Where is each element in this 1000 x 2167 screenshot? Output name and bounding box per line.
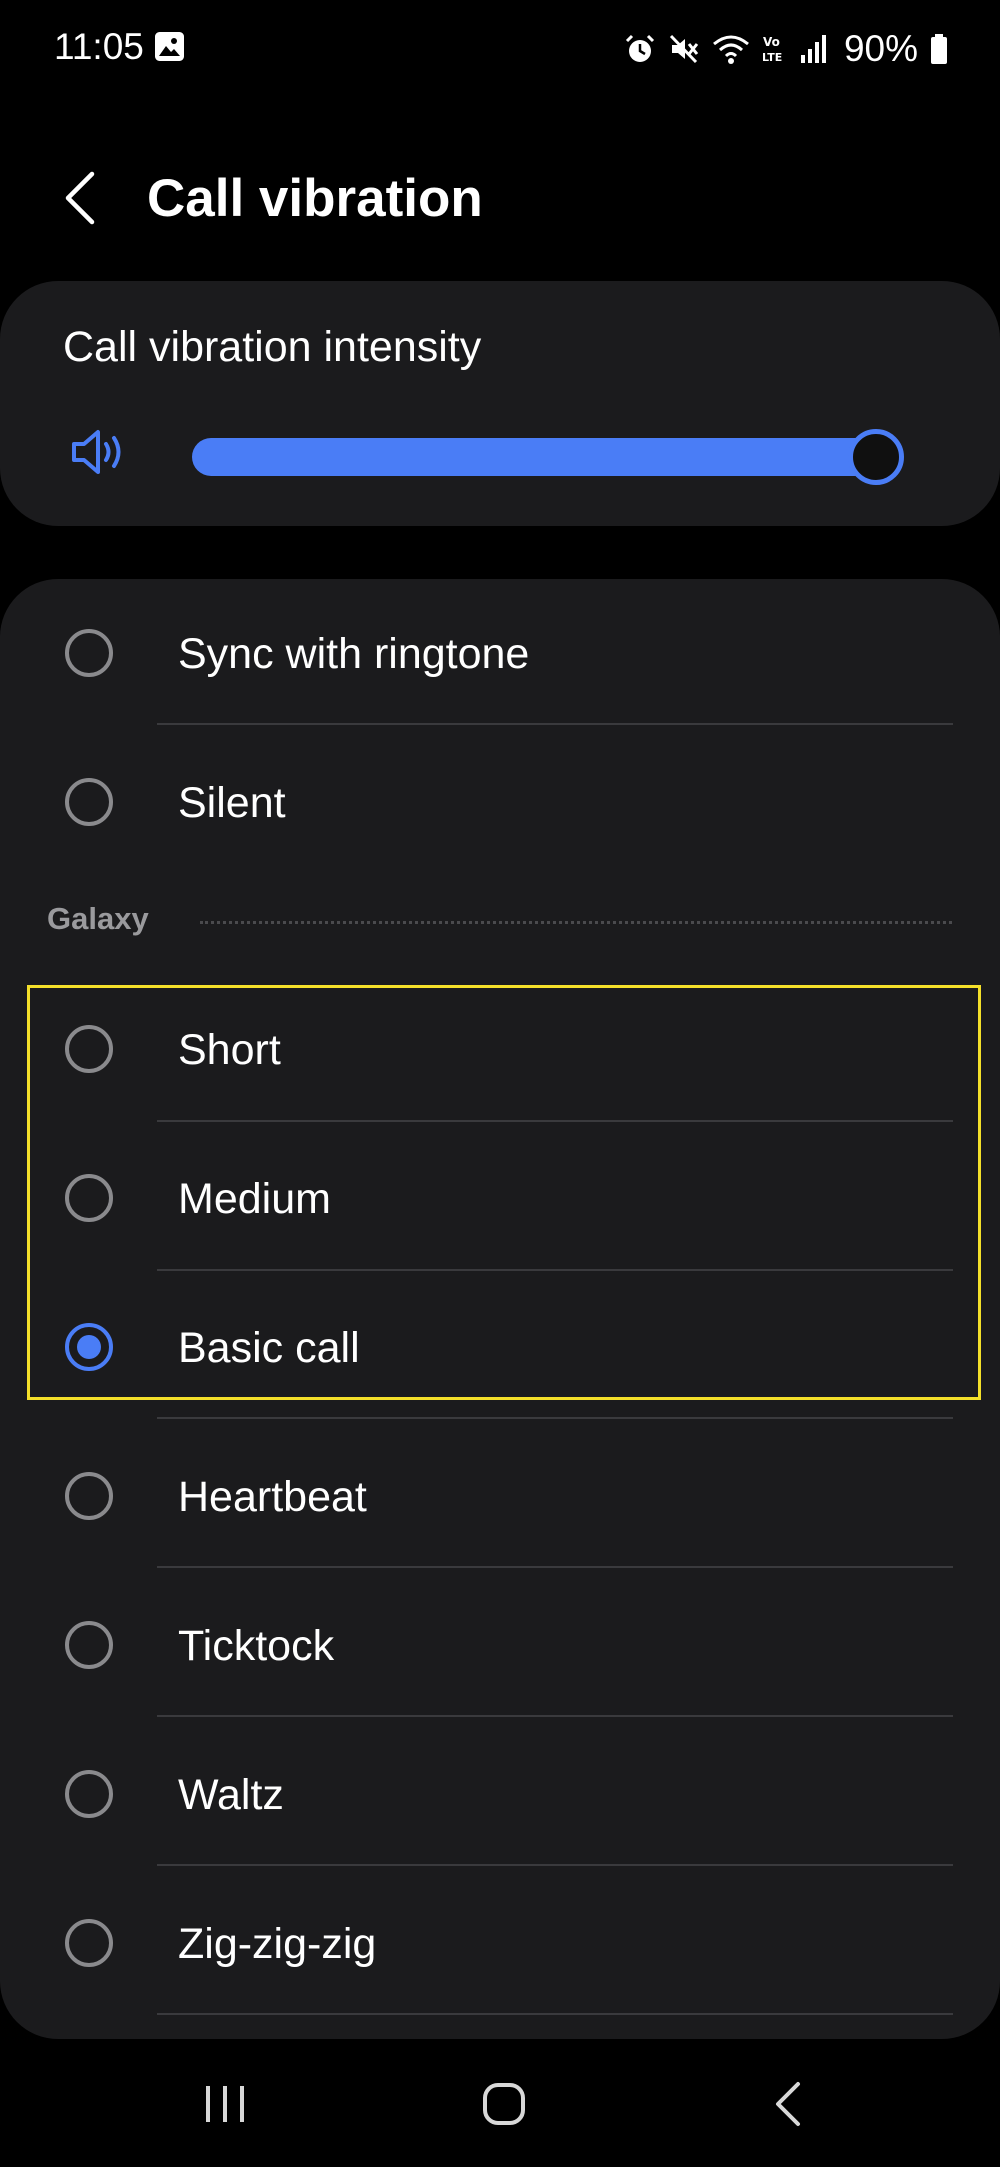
signal-icon: [800, 35, 826, 63]
battery-percent: 90%: [843, 28, 918, 69]
radio-button[interactable]: [65, 1174, 113, 1222]
option-label: Short: [178, 1026, 281, 1074]
recents-icon[interactable]: [203, 2082, 247, 2126]
wifi-icon: [712, 35, 749, 64]
divider: [157, 1715, 953, 1717]
svg-text:LTE: LTE: [762, 51, 782, 64]
option-label: Silent: [178, 779, 286, 827]
radio-button[interactable]: [65, 629, 113, 677]
divider: [157, 1566, 953, 1568]
vibration-pattern-list: Sync with ringtone Silent Galaxy Short M…: [0, 579, 1000, 2039]
mute-icon: [669, 34, 699, 64]
divider: [157, 1120, 953, 1122]
option-label: Zig-zig-zig: [178, 1920, 377, 1968]
radio-button[interactable]: [65, 1919, 113, 1967]
intensity-label: Call vibration intensity: [63, 323, 482, 371]
volte-icon: Vo LTE: [762, 35, 782, 64]
divider: [157, 2013, 953, 2015]
option-short[interactable]: Short: [0, 975, 1000, 1124]
radio-button[interactable]: [65, 1025, 113, 1073]
section-divider: [200, 921, 952, 924]
option-waltz[interactable]: Waltz: [0, 1720, 1000, 1869]
section-header-galaxy: Galaxy: [47, 901, 149, 936]
radio-button[interactable]: [65, 1770, 113, 1818]
back-icon[interactable]: [770, 2080, 804, 2128]
radio-button[interactable]: [65, 1472, 113, 1520]
divider: [157, 1417, 953, 1419]
option-label: Medium: [178, 1175, 331, 1223]
option-silent[interactable]: Silent: [0, 728, 1000, 877]
option-basic-call[interactable]: Basic call: [0, 1273, 1000, 1422]
divider: [157, 1269, 953, 1271]
option-medium[interactable]: Medium: [0, 1124, 1000, 1273]
option-ticktock[interactable]: Ticktock: [0, 1571, 1000, 1720]
home-icon[interactable]: [482, 2080, 526, 2128]
alarm-icon: [625, 34, 654, 62]
radio-button[interactable]: [65, 778, 113, 826]
divider: [157, 1864, 953, 1866]
status-time: 11:05: [54, 26, 144, 67]
option-zig-zig-zig[interactable]: Zig-zig-zig: [0, 1869, 1000, 2018]
image-icon: [155, 32, 184, 61]
option-label: Sync with ringtone: [178, 630, 530, 678]
option-label: Waltz: [178, 1771, 284, 1819]
status-bar: 11:05 Vo LTE 90%: [0, 0, 1000, 96]
chevron-left-icon[interactable]: [56, 168, 104, 228]
status-icons: Vo LTE 90%: [624, 26, 948, 72]
intensity-slider-track[interactable]: [192, 438, 898, 476]
option-label: Heartbeat: [178, 1473, 367, 1521]
navigation-bar: [0, 2060, 1000, 2167]
option-sync-with-ringtone[interactable]: Sync with ringtone: [0, 579, 1000, 728]
radio-button[interactable]: [65, 1621, 113, 1669]
option-label: Basic call: [178, 1324, 360, 1372]
radio-button-selected[interactable]: [65, 1323, 113, 1371]
intensity-slider-thumb[interactable]: [848, 429, 904, 485]
speaker-icon: [72, 430, 121, 474]
divider: [157, 723, 953, 725]
svg-text:Vo: Vo: [763, 35, 780, 49]
option-label: Ticktock: [178, 1622, 335, 1670]
battery-icon: [931, 34, 947, 64]
option-heartbeat[interactable]: Heartbeat: [0, 1422, 1000, 1571]
page-title: Call vibration: [147, 169, 483, 228]
intensity-card: Call vibration intensity: [0, 281, 1000, 526]
